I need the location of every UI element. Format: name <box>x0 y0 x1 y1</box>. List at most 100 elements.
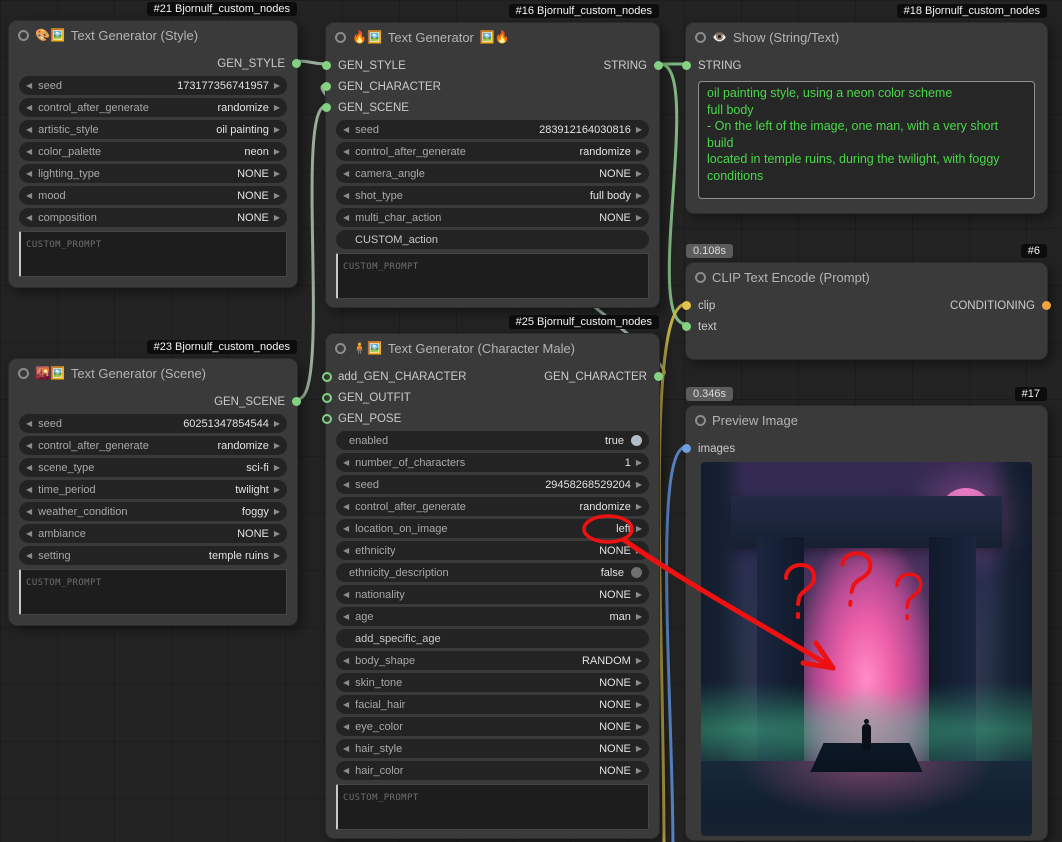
widget-lighting-type[interactable]: ◀lighting_typeNONE▶ <box>19 164 287 183</box>
increment-arrow-icon[interactable]: ▶ <box>636 170 642 178</box>
widget-skin-tone[interactable]: ◀skin_toneNONE▶ <box>336 673 649 692</box>
collapse-dot-icon[interactable] <box>335 343 346 354</box>
node-show-string-text[interactable]: #18 Bjornulf_custom_nodes 👁️ Show (Strin… <box>685 22 1048 214</box>
widget-seed[interactable]: ◀seed60251347854544▶ <box>19 414 287 433</box>
node-text-generator-scene[interactable]: #23 Bjornulf_custom_nodes 🌇🖼️ Text Gener… <box>8 358 298 626</box>
widget-body-shape[interactable]: ◀body_shapeRANDOM▶ <box>336 651 649 670</box>
increment-arrow-icon[interactable]: ▶ <box>636 503 642 511</box>
decrement-arrow-icon[interactable]: ◀ <box>343 745 349 753</box>
decrement-arrow-icon[interactable]: ◀ <box>343 214 349 222</box>
increment-arrow-icon[interactable]: ▶ <box>274 420 280 428</box>
decrement-arrow-icon[interactable]: ◀ <box>26 170 32 178</box>
increment-arrow-icon[interactable]: ▶ <box>636 192 642 200</box>
widget-control-after-generate[interactable]: ◀control_after_generaterandomize▶ <box>19 436 287 455</box>
decrement-arrow-icon[interactable]: ◀ <box>343 503 349 511</box>
decrement-arrow-icon[interactable]: ◀ <box>26 148 32 156</box>
decrement-arrow-icon[interactable]: ◀ <box>26 530 32 538</box>
toggle-knob-icon[interactable] <box>631 567 642 578</box>
increment-arrow-icon[interactable]: ▶ <box>274 464 280 472</box>
increment-arrow-icon[interactable]: ▶ <box>274 82 280 90</box>
widget-nationality[interactable]: ◀nationalityNONE▶ <box>336 585 649 604</box>
increment-arrow-icon[interactable]: ▶ <box>636 591 642 599</box>
increment-arrow-icon[interactable]: ▶ <box>274 104 280 112</box>
decrement-arrow-icon[interactable]: ◀ <box>26 420 32 428</box>
widget-setting[interactable]: ◀settingtemple ruins▶ <box>19 546 287 565</box>
widget-multi-char-action[interactable]: ◀multi_char_actionNONE▶ <box>336 208 649 227</box>
text-input-port-dot[interactable] <box>682 322 691 331</box>
increment-arrow-icon[interactable]: ▶ <box>274 486 280 494</box>
decrement-arrow-icon[interactable]: ◀ <box>26 214 32 222</box>
gen-style-input-port-dot[interactable] <box>322 61 331 70</box>
collapse-dot-icon[interactable] <box>695 32 706 43</box>
decrement-arrow-icon[interactable]: ◀ <box>26 508 32 516</box>
widget-eye-color[interactable]: ◀eye_colorNONE▶ <box>336 717 649 736</box>
decrement-arrow-icon[interactable]: ◀ <box>26 442 32 450</box>
decrement-arrow-icon[interactable]: ◀ <box>343 679 349 687</box>
widget-control-after-generate[interactable]: ◀control_after_generaterandomize▶ <box>336 142 649 161</box>
widget-artistic-style[interactable]: ◀artistic_styleoil painting▶ <box>19 120 287 139</box>
decrement-arrow-icon[interactable]: ◀ <box>343 525 349 533</box>
collapse-dot-icon[interactable] <box>18 30 29 41</box>
widget-ethnicity-description[interactable]: ethnicity_descriptionfalse <box>336 563 649 582</box>
node-text-generator-main[interactable]: #16 Bjornulf_custom_nodes 🔥🖼️ Text Gener… <box>325 22 660 308</box>
node-clip-text-encode[interactable]: 0.108s #6 CLIP Text Encode (Prompt) clip… <box>685 262 1048 360</box>
node-title-bar[interactable]: 👁️ Show (String/Text) <box>686 23 1047 51</box>
widget-location-on-image[interactable]: ◀location_on_imageleft▶ <box>336 519 649 538</box>
decrement-arrow-icon[interactable]: ◀ <box>343 591 349 599</box>
conditioning-output-port-dot[interactable] <box>1042 301 1051 310</box>
gen-style-output-port-dot[interactable] <box>292 59 301 68</box>
decrement-arrow-icon[interactable]: ◀ <box>26 552 32 560</box>
decrement-arrow-icon[interactable]: ◀ <box>26 192 32 200</box>
decrement-arrow-icon[interactable]: ◀ <box>343 126 349 134</box>
clip-input-port-dot[interactable] <box>682 301 691 310</box>
widget-hair-style[interactable]: ◀hair_styleNONE▶ <box>336 739 649 758</box>
increment-arrow-icon[interactable]: ▶ <box>636 214 642 222</box>
increment-arrow-icon[interactable]: ▶ <box>636 126 642 134</box>
widget-time-period[interactable]: ◀time_periodtwilight▶ <box>19 480 287 499</box>
decrement-arrow-icon[interactable]: ◀ <box>26 486 32 494</box>
decrement-arrow-icon[interactable]: ◀ <box>26 126 32 134</box>
node-title-bar[interactable]: 🌇🖼️ Text Generator (Scene) <box>9 359 297 387</box>
button-add-specific-age[interactable]: add_specific_age <box>336 629 649 648</box>
node-title-bar[interactable]: 🔥🖼️ Text Generator 🖼️🔥 <box>326 23 659 51</box>
string-input-port-dot[interactable] <box>682 61 691 70</box>
increment-arrow-icon[interactable]: ▶ <box>274 442 280 450</box>
custom-prompt-input[interactable]: CUSTOM_PROMPT <box>19 569 287 615</box>
decrement-arrow-icon[interactable]: ◀ <box>26 464 32 472</box>
widget-number-of-characters[interactable]: ◀number_of_characters1▶ <box>336 453 649 472</box>
custom-prompt-input[interactable]: CUSTOM_PROMPT <box>19 231 287 277</box>
decrement-arrow-icon[interactable]: ◀ <box>343 170 349 178</box>
increment-arrow-icon[interactable]: ▶ <box>636 481 642 489</box>
widget-control-after-generate[interactable]: ◀control_after_generaterandomize▶ <box>336 497 649 516</box>
decrement-arrow-icon[interactable]: ◀ <box>343 613 349 621</box>
images-input-port-dot[interactable] <box>682 444 691 453</box>
preview-image[interactable] <box>701 462 1032 836</box>
widget-control-after-generate[interactable]: ◀control_after_generaterandomize▶ <box>19 98 287 117</box>
decrement-arrow-icon[interactable]: ◀ <box>343 148 349 156</box>
decrement-arrow-icon[interactable]: ◀ <box>26 104 32 112</box>
widget-seed[interactable]: ◀seed29458268529204▶ <box>336 475 649 494</box>
node-text-generator-character-male[interactable]: #25 Bjornulf_custom_nodes 🧍🖼️ Text Gener… <box>325 333 660 839</box>
decrement-arrow-icon[interactable]: ◀ <box>343 481 349 489</box>
increment-arrow-icon[interactable]: ▶ <box>274 192 280 200</box>
increment-arrow-icon[interactable]: ▶ <box>274 530 280 538</box>
add-gen-character-input-port-dot[interactable] <box>322 372 332 382</box>
increment-arrow-icon[interactable]: ▶ <box>274 552 280 560</box>
gen-scene-input-port-dot[interactable] <box>322 103 331 112</box>
widget-seed[interactable]: ◀seed173177356741957▶ <box>19 76 287 95</box>
widget-weather-condition[interactable]: ◀weather_conditionfoggy▶ <box>19 502 287 521</box>
increment-arrow-icon[interactable]: ▶ <box>274 148 280 156</box>
increment-arrow-icon[interactable]: ▶ <box>636 679 642 687</box>
increment-arrow-icon[interactable]: ▶ <box>636 701 642 709</box>
node-preview-image[interactable]: 0.346s #17 Preview Image images <box>685 405 1048 841</box>
decrement-arrow-icon[interactable]: ◀ <box>343 547 349 555</box>
widget-shot-type[interactable]: ◀shot_typefull body▶ <box>336 186 649 205</box>
decrement-arrow-icon[interactable]: ◀ <box>343 767 349 775</box>
decrement-arrow-icon[interactable]: ◀ <box>343 657 349 665</box>
toggle-knob-icon[interactable] <box>631 435 642 446</box>
increment-arrow-icon[interactable]: ▶ <box>274 214 280 222</box>
gen-outfit-input-port-dot[interactable] <box>322 393 332 403</box>
gen-scene-output-port-dot[interactable] <box>292 397 301 406</box>
node-title-bar[interactable]: Preview Image <box>686 406 1047 434</box>
widget-seed[interactable]: ◀seed283912164030816▶ <box>336 120 649 139</box>
